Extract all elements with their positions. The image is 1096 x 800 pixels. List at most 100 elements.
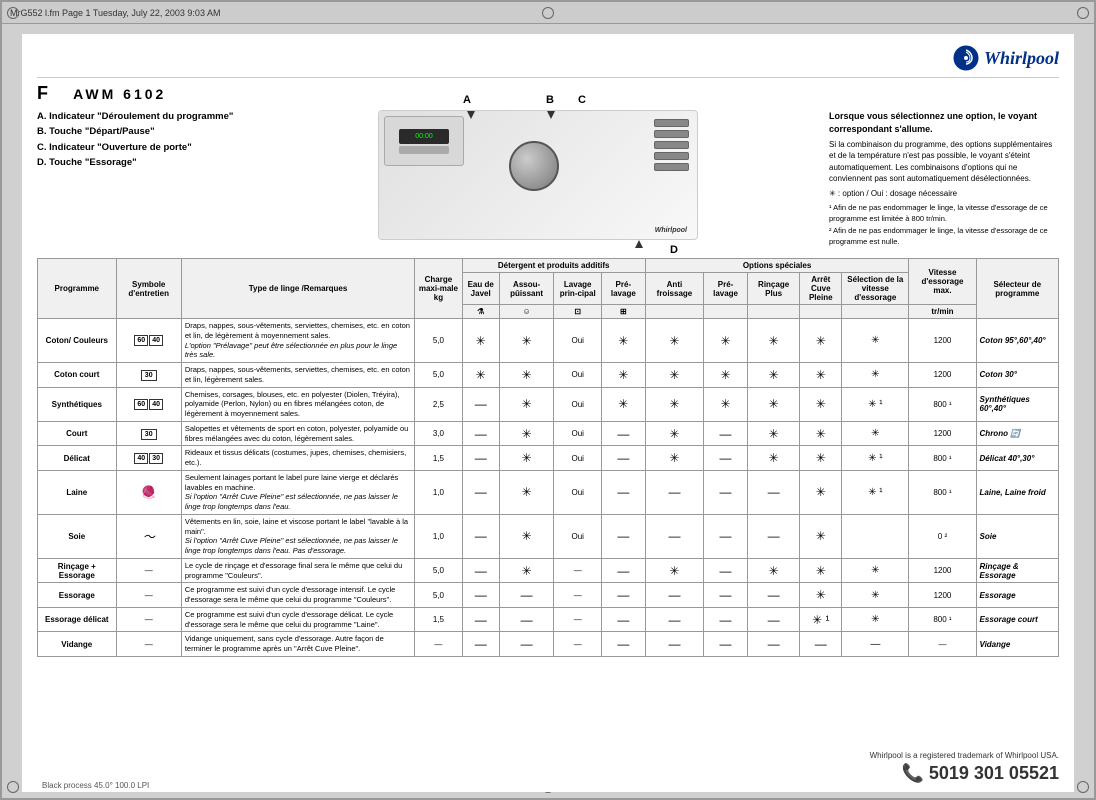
cell-anti-froissage: —	[645, 470, 703, 514]
th-assoupissant: Assou-pûissant	[499, 273, 554, 305]
table-row: Essorage—Ce programme est suivi d'un cyc…	[38, 583, 1059, 608]
table-header-row1: Programme Symbole d'entretien Type de li…	[38, 259, 1059, 273]
cell-eau-javel: —	[462, 387, 499, 421]
cell-rincage-plus: —	[747, 632, 799, 657]
cell-anti-froissage: —	[645, 514, 703, 558]
display-text: 00:00	[415, 133, 433, 140]
cell-arret-cuve: ✳	[800, 319, 842, 363]
cell-anti-froissage: ✳	[645, 319, 703, 363]
cell-rincage-plus: ✳	[747, 363, 799, 388]
cell-lavage: Oui	[554, 514, 601, 558]
cell-arret-cuve: ✳	[800, 421, 842, 446]
cell-prelavage: —	[601, 558, 645, 583]
cell-pre-lavage2: ✳	[704, 319, 748, 363]
th-selection-vitesse: Sélection de la vitesse d'essorage	[842, 273, 909, 305]
right-text-note-star: ✳ : option / Oui : dosage nécessaire	[829, 188, 1059, 199]
cell-rincage-plus: ✳	[747, 421, 799, 446]
th-vitesse-unit: tr/min	[909, 305, 976, 319]
cell-assoupissant: ✳	[499, 558, 554, 583]
cell-type-linge: Chemises, corsages, blouses, etc. en pol…	[181, 387, 414, 421]
cell-rincage-plus: —	[747, 583, 799, 608]
cell-prelavage: —	[601, 470, 645, 514]
btn3[interactable]	[654, 141, 689, 149]
cell-rincage-plus: —	[747, 514, 799, 558]
btn5[interactable]	[654, 163, 689, 171]
table-row: Synthétiques6040Chemises, corsages, blou…	[38, 387, 1059, 421]
label-C: C	[578, 94, 586, 106]
cell-arret-cuve: ✳	[800, 387, 842, 421]
cell-symbole: 6040	[116, 319, 181, 363]
cell-lavage: —	[554, 583, 601, 608]
left-instructions: A. Indicateur "Déroulement du programme"…	[37, 110, 247, 171]
cell-prelavage: —	[601, 632, 645, 657]
cell-prelavage: ✳	[601, 363, 645, 388]
cell-prelavage: —	[601, 421, 645, 446]
cell-selection-vitesse: ✳	[842, 583, 909, 608]
whirlpool-logo-icon	[952, 44, 980, 72]
cell-eau-javel: —	[462, 421, 499, 446]
th-selection-icon	[842, 305, 909, 319]
cell-rincage-plus: —	[747, 470, 799, 514]
table-row: Délicat4030Rideaux et tissus délicats (c…	[38, 446, 1059, 471]
th-prelavage: Pré-lavage	[601, 273, 645, 305]
btn4[interactable]	[654, 152, 689, 160]
cell-selection-vitesse: ✳	[842, 319, 909, 363]
display-screen: 00:00	[399, 129, 449, 144]
cell-selection-vitesse: ✳	[842, 421, 909, 446]
cell-programme: Laine	[38, 470, 117, 514]
cell-anti-froissage: ✳	[645, 387, 703, 421]
cell-lavage: Oui	[554, 387, 601, 421]
table-row: Vidange—Vidange uniquement, sans cycle d…	[38, 632, 1059, 657]
cell-pre-lavage2: —	[704, 558, 748, 583]
cell-prelavage: —	[601, 446, 645, 471]
cell-rincage-plus: ✳	[747, 558, 799, 583]
cell-pre-lavage2: —	[704, 583, 748, 608]
th-programme: Programme	[38, 259, 117, 319]
right-text-footnote1: ¹ Afin de ne pas endommager le linge, la…	[829, 203, 1059, 224]
cell-anti-froissage: —	[645, 607, 703, 632]
table-row: Coton/ Couleurs6040Draps, nappes, sous-v…	[38, 319, 1059, 363]
arrow-a	[467, 111, 475, 119]
btn1[interactable]	[654, 119, 689, 127]
cell-charge: 5,0	[415, 319, 462, 363]
cell-prelavage: —	[601, 607, 645, 632]
cell-symbole: —	[116, 558, 181, 583]
phone-icon: 📞	[901, 763, 923, 784]
cell-arret-cuve: ✳	[800, 363, 842, 388]
corner-mark-bl	[7, 781, 19, 793]
cell-vitesse-max: 1200	[909, 363, 976, 388]
cell-selecteur: Laine, Laine froid	[976, 470, 1058, 514]
barcode-number: 📞 5019 301 05521	[870, 763, 1059, 784]
th-lavage-icon: ⊡	[554, 305, 601, 319]
cell-rincage-plus: ✳	[747, 319, 799, 363]
cell-programme: Délicat	[38, 446, 117, 471]
btn2[interactable]	[654, 130, 689, 138]
cell-selecteur: Essorage	[976, 583, 1058, 608]
cell-pre-lavage2: —	[704, 514, 748, 558]
cell-anti-froissage: ✳	[645, 363, 703, 388]
footer: Whirlpool is a registered trademark of W…	[870, 751, 1059, 784]
cell-arret-cuve: ✳	[800, 583, 842, 608]
display-section: 00:00	[384, 116, 464, 166]
cell-symbole: —	[116, 632, 181, 657]
top-section: A. Indicateur "Déroulement du programme"…	[37, 110, 1059, 250]
cell-selection-vitesse: ✳ ¹	[842, 470, 909, 514]
cell-charge: 2,5	[415, 387, 462, 421]
cell-arret-cuve: ✳ ¹	[800, 607, 842, 632]
cell-pre-lavage2: —	[704, 421, 748, 446]
cell-rincage-plus: ✳	[747, 387, 799, 421]
cell-programme: Rinçage + Essorage	[38, 558, 117, 583]
cell-assoupissant: ✳	[499, 446, 554, 471]
cell-assoupissant: —	[499, 583, 554, 608]
th-prelav2-icon	[704, 305, 748, 319]
cell-rincage-plus: ✳	[747, 446, 799, 471]
cell-programme: Coton/ Couleurs	[38, 319, 117, 363]
program-knob[interactable]	[509, 141, 559, 191]
cell-prelavage: —	[601, 514, 645, 558]
cell-assoupissant: ✳	[499, 363, 554, 388]
cell-symbole: 30	[116, 421, 181, 446]
table-row: Essorage délicat—Ce programme est suivi …	[38, 607, 1059, 632]
cell-arret-cuve: ✳	[800, 470, 842, 514]
corner-mark-tm	[542, 7, 554, 19]
bottom-bar: Black process 45.0° 100.0 LPI	[42, 781, 149, 790]
